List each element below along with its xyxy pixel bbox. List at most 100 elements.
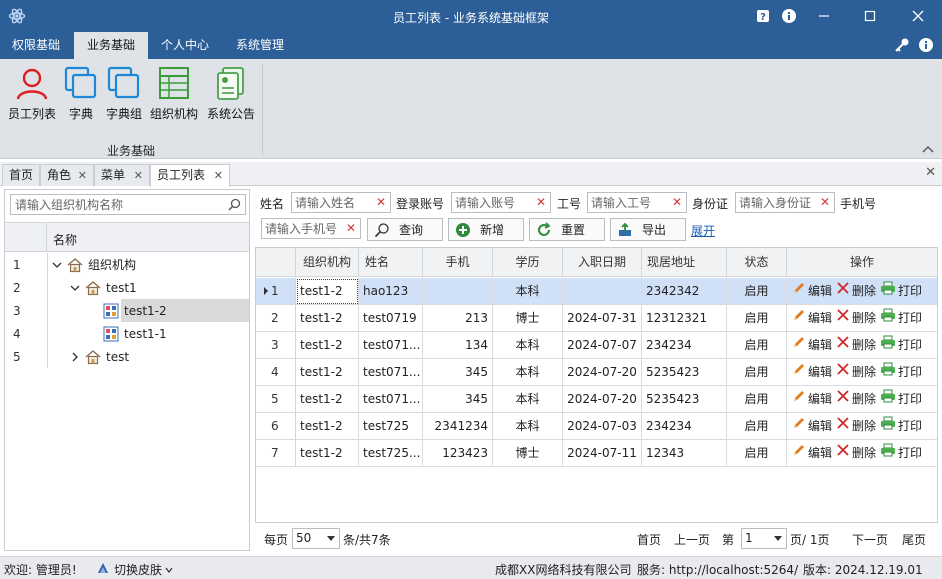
org-search-input[interactable] <box>11 195 223 214</box>
tab-home[interactable]: 首页 <box>2 164 40 186</box>
phone-input[interactable] <box>262 219 346 238</box>
cell-status[interactable]: 启用 <box>727 413 787 440</box>
cell-phone[interactable]: 123423 <box>423 440 493 467</box>
chevron-down-icon[interactable] <box>51 259 63 271</box>
cell-edu[interactable]: 本科 <box>493 413 563 440</box>
cell-edu[interactable]: 本科 <box>493 386 563 413</box>
print-button[interactable]: 打印 <box>880 278 922 304</box>
cell-name[interactable]: test725... <box>359 440 423 467</box>
print-button[interactable]: 打印 <box>880 413 922 439</box>
cell-phone[interactable]: 134 <box>423 332 493 359</box>
per-page-select[interactable]: 50 <box>292 528 340 549</box>
switch-skin-button[interactable]: 切换皮肤 <box>96 561 173 578</box>
delete-button[interactable]: 删除 <box>836 332 876 358</box>
cell-edu[interactable]: 博士 <box>493 440 563 467</box>
idcard-input[interactable] <box>736 193 820 212</box>
ribbon-button-announcement[interactable]: 系统公告 <box>204 65 258 122</box>
cell-phone[interactable]: 345 <box>423 386 493 413</box>
ribbon-button-dictionary[interactable]: 字典 <box>62 65 100 122</box>
cell-name[interactable]: test725 <box>359 413 423 440</box>
cell-date[interactable]: 2024-07-20 <box>563 386 642 413</box>
cell-status[interactable]: 启用 <box>727 359 787 386</box>
cell-name[interactable]: test071... <box>359 386 423 413</box>
table-header-name[interactable]: 姓名 <box>359 248 423 277</box>
close-button[interactable] <box>900 0 936 32</box>
ribbon-button-organization[interactable]: 组织机构 <box>147 65 201 122</box>
query-button[interactable]: 查询 <box>367 218 443 241</box>
tree-row[interactable]: 1 组织机构 <box>5 253 249 276</box>
cell-phone[interactable] <box>423 278 493 305</box>
print-button[interactable]: 打印 <box>880 332 922 358</box>
print-button[interactable]: 打印 <box>880 440 922 466</box>
cell-status[interactable]: 启用 <box>727 440 787 467</box>
account-input[interactable] <box>452 193 536 212</box>
edit-button[interactable]: 编辑 <box>792 440 832 466</box>
delete-button[interactable]: 删除 <box>836 278 876 304</box>
collapse-ribbon-icon[interactable] <box>922 143 934 153</box>
cell-phone[interactable]: 2341234 <box>423 413 493 440</box>
cell-org[interactable]: test1-2 <box>296 440 359 467</box>
cell-addr[interactable]: 234234 <box>642 413 727 440</box>
table-row[interactable]: 6 test1-2 test725 2341234 本科 2024-07-03 234234… <box>256 413 937 440</box>
clear-icon[interactable]: ✕ <box>536 195 546 209</box>
cell-date[interactable]: 2024-07-03 <box>563 413 642 440</box>
ribbon-tab-business[interactable]: 业务基础 <box>74 32 148 59</box>
delete-button[interactable]: 删除 <box>836 413 876 439</box>
cell-addr[interactable]: 2342342 <box>642 278 727 305</box>
cell-org[interactable]: test1-2 <box>296 413 359 440</box>
cell-status[interactable]: 启用 <box>727 305 787 332</box>
cell-date[interactable]: 2024-07-11 <box>563 440 642 467</box>
table-header-education[interactable]: 学历 <box>493 248 563 277</box>
table-header-address[interactable]: 现居地址 <box>642 248 727 277</box>
edit-button[interactable]: 编辑 <box>792 305 832 331</box>
prev-page-button[interactable]: 上一页 <box>674 531 710 548</box>
edit-button[interactable]: 编辑 <box>792 359 832 385</box>
chevron-right-icon[interactable] <box>69 351 81 363</box>
tree-row[interactable]: 2 test1 <box>5 276 249 299</box>
tree-row[interactable]: 4 test1-1 <box>5 322 249 345</box>
cell-date[interactable]: 2024-07-31 <box>563 305 642 332</box>
cell-addr[interactable]: 5235423 <box>642 386 727 413</box>
add-button[interactable]: 新增 <box>448 218 524 241</box>
ribbon-tab-personal[interactable]: 个人中心 <box>150 32 220 59</box>
print-button[interactable]: 打印 <box>880 359 922 385</box>
cell-org[interactable]: test1-2 <box>296 305 359 332</box>
name-input[interactable] <box>292 193 376 212</box>
table-header-org[interactable]: 组织机构 <box>296 248 359 277</box>
cell-date[interactable]: 2024-07-07 <box>563 332 642 359</box>
close-all-tabs-icon[interactable]: ✕ <box>925 165 936 180</box>
last-page-button[interactable]: 尾页 <box>902 531 926 548</box>
cell-org[interactable]: test1-2 <box>296 359 359 386</box>
table-row[interactable]: 4 test1-2 test071... 345 本科 2024-07-20 5235423… <box>256 359 937 386</box>
table-row[interactable]: 1 test1-2 hao123 本科 2342342 启用 编辑 删除 打印 <box>256 278 937 305</box>
tab-menu[interactable]: 菜单 ✕ <box>94 164 150 186</box>
close-tab-icon[interactable]: ✕ <box>78 165 87 186</box>
cell-edu[interactable]: 本科 <box>493 359 563 386</box>
table-row[interactable]: 7 test1-2 test725... 123423 博士 2024-07-11 1234… <box>256 440 937 467</box>
edit-button[interactable]: 编辑 <box>792 386 832 412</box>
close-tab-icon[interactable]: ✕ <box>134 165 143 186</box>
edit-button[interactable]: 编辑 <box>792 278 832 304</box>
key-icon[interactable] <box>894 37 912 55</box>
edit-button[interactable]: 编辑 <box>792 332 832 358</box>
ribbon-button-employee-list[interactable]: 员工列表 <box>4 65 60 122</box>
clear-icon[interactable]: ✕ <box>346 221 356 235</box>
delete-button[interactable]: 删除 <box>836 386 876 412</box>
search-icon[interactable] <box>228 198 241 214</box>
cell-name[interactable]: test071... <box>359 332 423 359</box>
cell-org[interactable]: test1-2 <box>296 278 359 305</box>
cell-status[interactable]: 启用 <box>727 332 787 359</box>
print-button[interactable]: 打印 <box>880 305 922 331</box>
ribbon-help-icon[interactable] <box>918 37 936 55</box>
minimize-button[interactable] <box>806 0 842 32</box>
cell-phone[interactable]: 213 <box>423 305 493 332</box>
cell-edu[interactable]: 博士 <box>493 305 563 332</box>
tab-role[interactable]: 角色 ✕ <box>40 164 94 186</box>
cell-date[interactable]: 2024-07-20 <box>563 359 642 386</box>
next-page-button[interactable]: 下一页 <box>852 531 888 548</box>
table-header-status[interactable]: 状态 <box>727 248 787 277</box>
cell-phone[interactable]: 345 <box>423 359 493 386</box>
first-page-button[interactable]: 首页 <box>637 531 661 548</box>
clear-icon[interactable]: ✕ <box>820 195 830 209</box>
cell-date[interactable] <box>563 278 642 305</box>
